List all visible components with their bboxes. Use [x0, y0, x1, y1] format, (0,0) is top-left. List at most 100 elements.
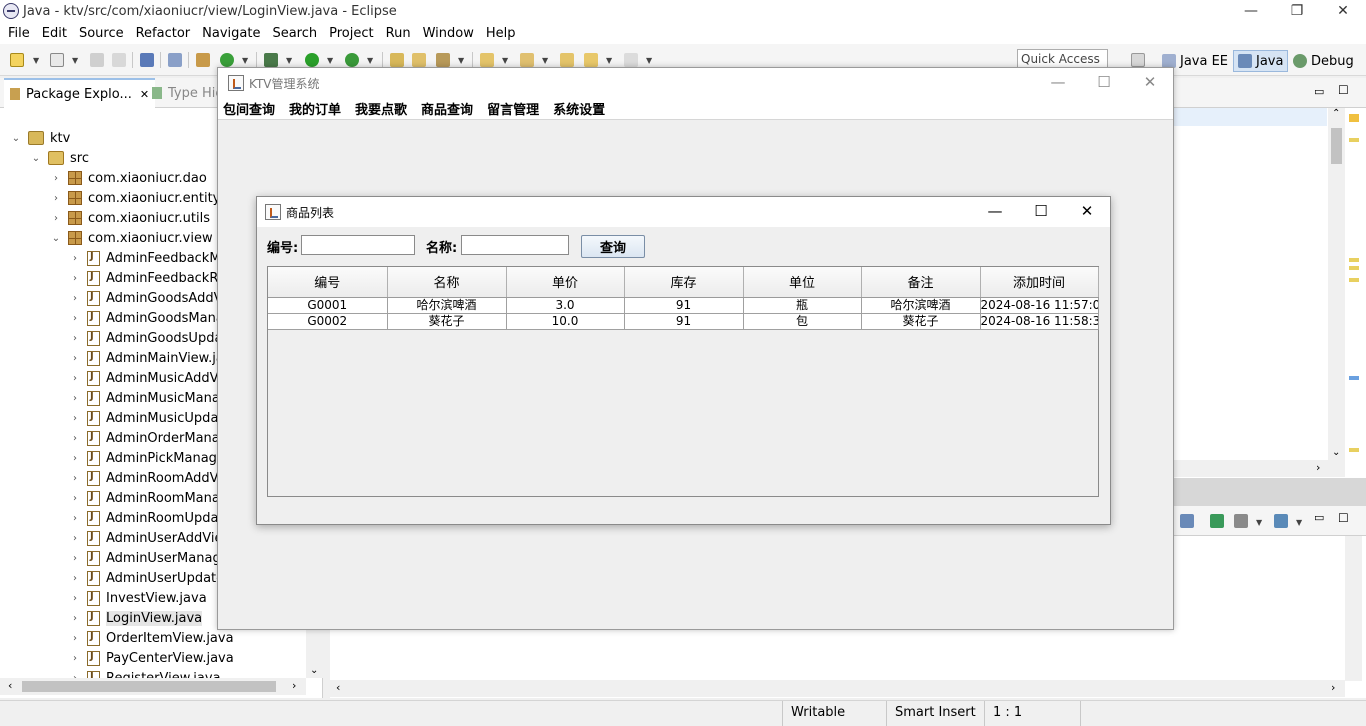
menu-navigate[interactable]: Navigate [196, 26, 266, 41]
tree-item[interactable]: › AdminPickManageV [69, 448, 234, 468]
scroll-right-icon[interactable]: › [292, 679, 296, 692]
tree-item[interactable]: › com.xiaoniucr.utils [50, 208, 210, 228]
warning-marker-icon[interactable] [1349, 278, 1359, 282]
cell-id[interactable]: G0001 [268, 297, 388, 314]
run-external-icon[interactable] [345, 53, 359, 67]
chevron-right-icon[interactable]: › [69, 493, 81, 504]
tree-item[interactable]: › AdminUserUpdateV [69, 568, 233, 588]
tree-item[interactable]: › LoginView.java [69, 608, 203, 628]
chevron-down-icon[interactable]: ⌄ [30, 153, 42, 164]
tree-item[interactable]: › com.xiaoniucr.entity [50, 188, 220, 208]
open-perspective-icon[interactable] [1131, 53, 1145, 67]
warning-marker-icon[interactable] [1349, 138, 1359, 142]
chevron-right-icon[interactable]: › [69, 653, 81, 664]
tree-item[interactable]: › AdminRoomUpdate [69, 508, 232, 528]
save-all-icon[interactable] [112, 53, 126, 67]
table-row[interactable]: G0002 葵花子 10.0 91 包 葵花子 2024-08-16 11:58… [268, 313, 1099, 330]
open-type-icon[interactable] [390, 53, 404, 67]
display-console-icon[interactable] [1180, 514, 1194, 528]
chevron-right-icon[interactable]: › [69, 293, 81, 304]
ktv-close-button[interactable]: ✕ [1127, 68, 1173, 96]
outline-vertical-scrollbar[interactable]: ⌃ ⌄ [1328, 108, 1345, 460]
outline-selected-row[interactable] [1172, 108, 1327, 126]
tree-item[interactable]: ›AdminMainView.java [69, 348, 240, 368]
menu-run[interactable]: Run [380, 26, 417, 41]
pin-console-icon[interactable] [1210, 514, 1224, 528]
console-maximize-icon[interactable]: ☐ [1338, 511, 1349, 525]
package-explorer-horizontal-scrollbar[interactable]: ‹ › [0, 678, 306, 695]
cell-remark[interactable]: 哈尔滨啤酒 [861, 297, 981, 314]
chevron-right-icon[interactable]: › [69, 373, 81, 384]
perspective-debug[interactable]: Debug [1289, 50, 1358, 72]
open-console-dropdown-icon[interactable]: ▼ [1256, 518, 1262, 527]
cell-stock[interactable]: 91 [624, 297, 744, 314]
menu-project[interactable]: Project [323, 26, 379, 41]
search-tool-dropdown-icon[interactable]: ▼ [458, 56, 464, 65]
run-dropdown-icon[interactable]: ▼ [327, 56, 333, 65]
tree-item[interactable]: › AdminGoodsAddVi [69, 288, 226, 308]
goods-close-button[interactable]: ✕ [1064, 197, 1110, 225]
ktv-maximize-button[interactable]: ☐ [1081, 68, 1127, 96]
chevron-right-icon[interactable]: › [69, 573, 81, 584]
scroll-right-icon[interactable]: › [1316, 461, 1320, 474]
menu-feedback[interactable]: 留言管理 [487, 99, 539, 118]
goods-maximize-button[interactable]: ☐ [1018, 197, 1064, 225]
column-header-add-time[interactable]: 添加时间 [980, 267, 1099, 298]
goods-id-input[interactable] [301, 235, 415, 255]
tree-item[interactable]: ⌄ ktv [10, 128, 71, 148]
chevron-right-icon[interactable]: › [69, 253, 81, 264]
table-row[interactable]: G0001 哈尔滨啤酒 3.0 91 瓶 哈尔滨啤酒 2024-08-16 11… [268, 297, 1099, 314]
tree-item[interactable]: › AdminFeedbackRep [69, 268, 234, 288]
cell-unit[interactable]: 包 [743, 313, 862, 330]
chevron-right-icon[interactable]: › [69, 613, 81, 624]
new-project-icon[interactable] [50, 53, 64, 67]
tree-item[interactable]: › OrderItemView.java [69, 628, 234, 648]
save-icon[interactable] [90, 53, 104, 67]
tree-item[interactable]: › com.xiaoniucr.dao [50, 168, 207, 188]
tree-item[interactable]: › PayCenterView.java [69, 648, 234, 668]
forward-icon[interactable] [624, 53, 638, 67]
editor-horizontal-scrollbar[interactable]: ‹ › [330, 680, 1345, 697]
search-tool-icon[interactable] [436, 53, 450, 67]
chevron-right-icon[interactable]: › [69, 553, 81, 564]
outline-minimize-icon[interactable]: ▭ [1314, 85, 1324, 98]
chevron-right-icon[interactable]: › [69, 453, 81, 464]
chevron-right-icon[interactable]: › [69, 533, 81, 544]
open-folder-icon[interactable] [412, 53, 426, 67]
tab-package-explorer[interactable]: Package Explo... ✕ [4, 78, 156, 108]
warning-marker-icon[interactable] [1349, 266, 1359, 270]
chevron-down-icon[interactable]: ⌄ [50, 233, 62, 244]
chevron-right-icon[interactable]: › [69, 473, 81, 484]
debug-dropdown-icon[interactable]: ▼ [286, 56, 292, 65]
back-icon[interactable] [584, 53, 598, 67]
new-dropdown-icon[interactable]: ▼ [33, 56, 39, 65]
console-vertical-scrollbar[interactable] [1345, 536, 1362, 681]
chevron-right-icon[interactable]: › [50, 173, 62, 184]
tree-item[interactable]: › AdminMusicAddVie [69, 368, 230, 388]
menu-goods-query[interactable]: 商品查询 [421, 99, 473, 118]
chevron-right-icon[interactable]: › [69, 333, 81, 344]
chevron-right-icon[interactable]: › [69, 313, 81, 324]
open-console-icon[interactable] [1234, 514, 1248, 528]
tree-item[interactable]: › AdminFeedbackMa [69, 248, 229, 268]
goods-minimize-button[interactable]: — [972, 197, 1018, 225]
cell-price[interactable]: 10.0 [506, 313, 625, 330]
menu-search[interactable]: Search [266, 26, 323, 41]
run-external-dropdown-icon[interactable]: ▼ [367, 56, 373, 65]
tree-item[interactable]: ⌄ com.xiaoniucr.view [50, 228, 213, 248]
scroll-up-icon[interactable]: ⌃ [1332, 108, 1340, 119]
chevron-right-icon[interactable]: › [50, 213, 62, 224]
chevron-right-icon[interactable]: › [69, 353, 81, 364]
ktv-title-bar[interactable]: KTV管理系统 — ☐ ✕ [218, 68, 1173, 98]
column-header-unit[interactable]: 单位 [743, 267, 862, 298]
scroll-down-icon[interactable]: ⌄ [1332, 447, 1340, 458]
ktv-minimize-button[interactable]: — [1035, 68, 1081, 96]
outline-horizontal-scrollbar[interactable]: › [1172, 460, 1345, 477]
goods-name-input[interactable] [461, 235, 569, 255]
horizontal-scroll-thumb[interactable] [22, 681, 276, 692]
warning-marker-icon[interactable] [1349, 258, 1359, 262]
menu-edit[interactable]: Edit [36, 26, 73, 41]
cell-name[interactable]: 哈尔滨啤酒 [387, 297, 507, 314]
column-header-price[interactable]: 单价 [506, 267, 625, 298]
chevron-right-icon[interactable]: › [69, 513, 81, 524]
